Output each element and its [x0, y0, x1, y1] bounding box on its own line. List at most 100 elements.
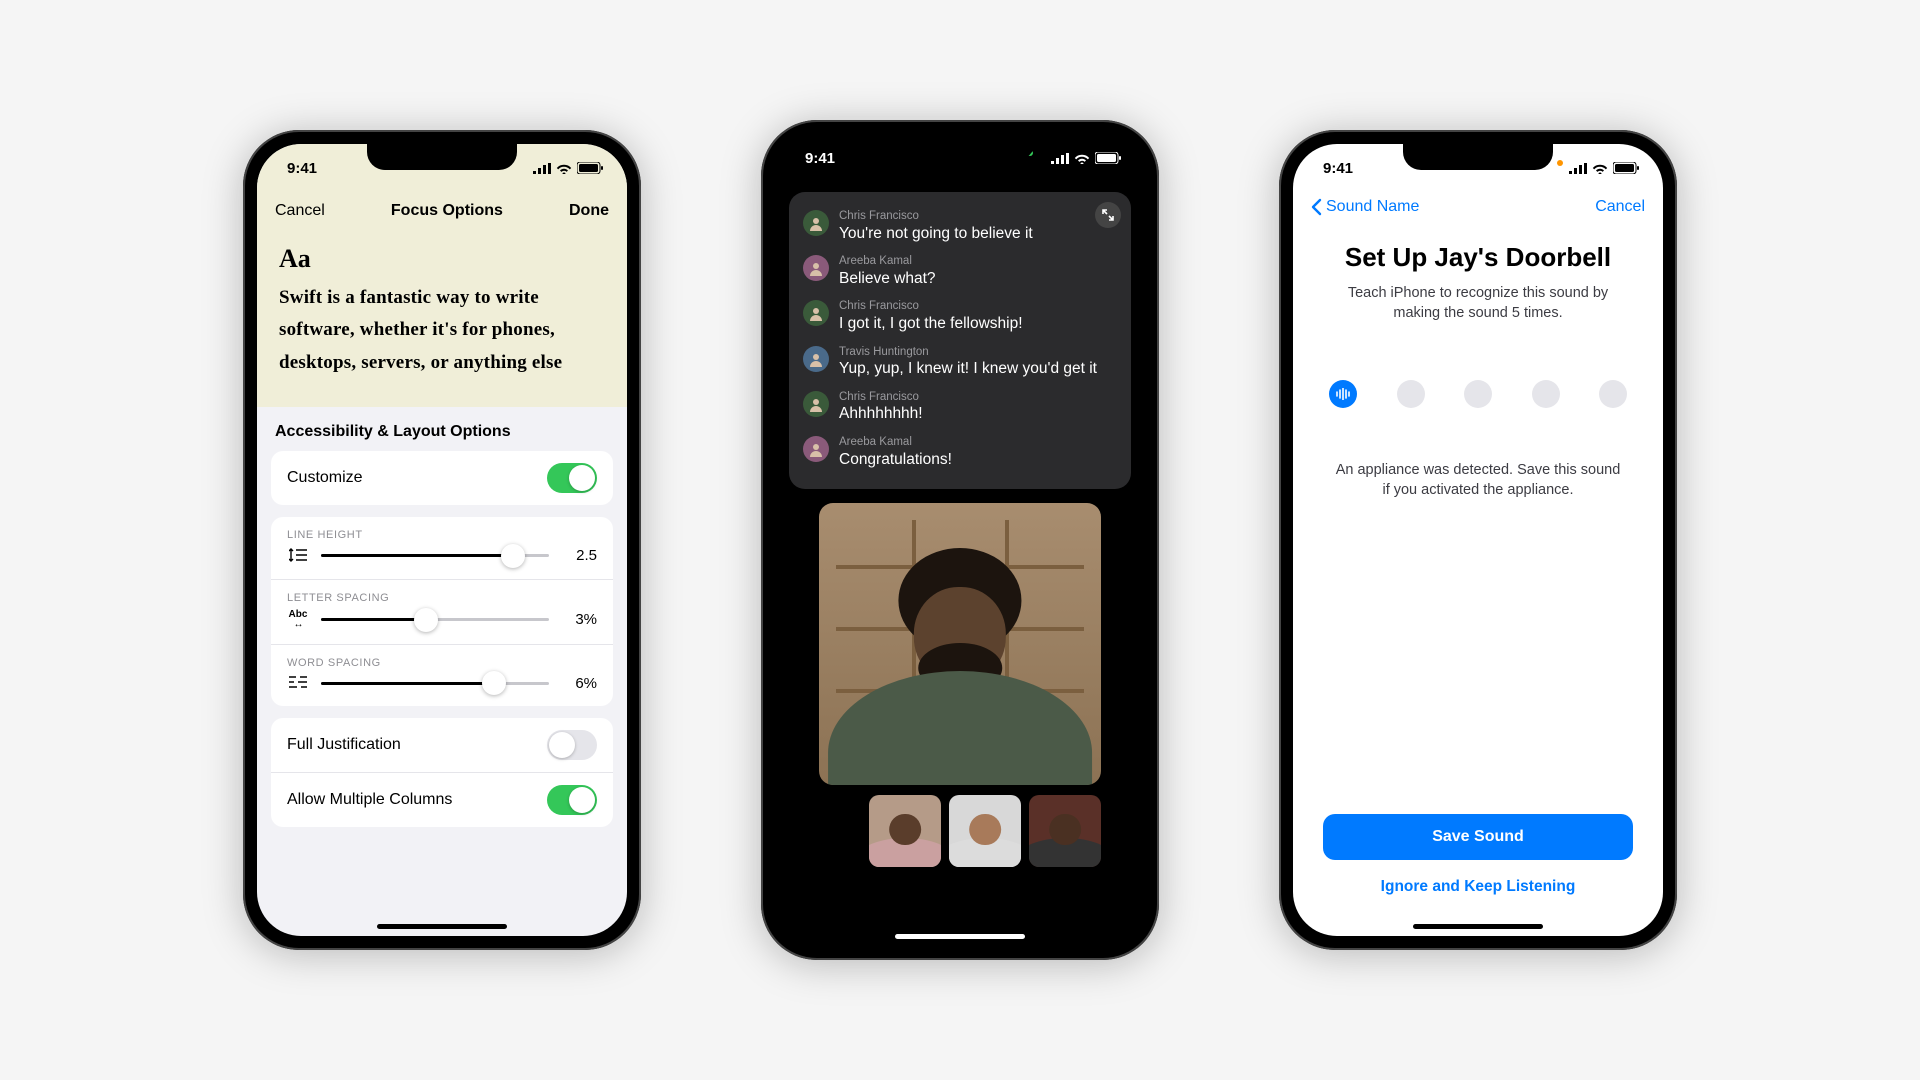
wifi-icon — [1592, 163, 1608, 174]
home-indicator[interactable] — [1413, 924, 1543, 929]
caption-speaker: Travis Huntington — [839, 346, 1097, 360]
caption-text: You're not going to believe it — [839, 224, 1033, 243]
customize-label: Customize — [287, 469, 363, 487]
cancel-button[interactable]: Cancel — [275, 202, 325, 220]
word-spacing-value: 6% — [561, 675, 597, 692]
page-title: Set Up Jay's Doorbell — [1321, 242, 1635, 273]
phone-books: 9:41 Cancel Focus Options Done Aa Swift … — [243, 130, 641, 950]
avatar — [803, 210, 829, 236]
live-captions-panel[interactable]: Chris FranciscoYou're not going to belie… — [789, 192, 1131, 489]
phone-facetime: 9:41 Chris FranciscoYou're not going to … — [761, 120, 1159, 960]
caption-speaker: Chris Francisco — [839, 300, 1023, 314]
minimize-icon — [1102, 209, 1114, 221]
caption-speaker: Chris Francisco — [839, 391, 923, 405]
caption-row: Chris FranciscoI got it, I got the fello… — [803, 294, 1117, 339]
home-indicator[interactable] — [895, 934, 1025, 939]
progress-dot — [1532, 380, 1560, 408]
letter-spacing-heading: LETTER SPACING — [271, 579, 613, 604]
cancel-button[interactable]: Cancel — [1595, 198, 1645, 216]
caption-text: Congratulations! — [839, 450, 952, 469]
battery-icon — [1095, 152, 1121, 164]
line-height-heading: LINE HEIGHT — [271, 517, 613, 541]
multiple-columns-toggle[interactable] — [547, 785, 597, 815]
reader-preview: Aa Swift is a fantastic way to write sof… — [257, 232, 627, 407]
participant-thumbnail[interactable] — [1029, 795, 1101, 867]
progress-dot — [1397, 380, 1425, 408]
caption-row: Areeba KamalBelieve what? — [803, 249, 1117, 294]
caption-text: Yup, yup, I knew it! I knew you'd get it — [839, 359, 1097, 378]
notch — [367, 144, 517, 170]
progress-dots — [1329, 380, 1627, 408]
status-time: 9:41 — [1323, 160, 1353, 177]
sample-passage: Swift is a fantastic way to write softwa… — [279, 282, 605, 379]
sliders-card: LINE HEIGHT 2.5 LETTER SPACING Abc↔ 3% — [271, 517, 613, 706]
chevron-left-icon — [1311, 198, 1322, 216]
battery-icon — [1613, 162, 1639, 174]
avatar — [803, 346, 829, 372]
progress-dot-complete — [1329, 380, 1357, 408]
line-height-slider[interactable] — [321, 554, 549, 557]
back-label: Sound Name — [1326, 198, 1419, 216]
progress-dot — [1464, 380, 1492, 408]
caption-text: Believe what? — [839, 269, 936, 288]
status-time: 9:41 — [805, 150, 835, 167]
ignore-link[interactable]: Ignore and Keep Listening — [1321, 878, 1635, 896]
line-height-icon — [287, 547, 309, 565]
detection-message: An appliance was detected. Save this sou… — [1321, 460, 1635, 501]
battery-icon — [577, 162, 603, 174]
font-sample-icon: Aa — [279, 244, 605, 274]
caption-row: Chris FranciscoYou're not going to belie… — [803, 204, 1117, 249]
modal-nav: Sound Name Cancel — [1293, 192, 1663, 224]
done-button[interactable]: Done — [569, 202, 609, 220]
letter-spacing-slider[interactable] — [321, 618, 549, 621]
notch — [1403, 144, 1553, 170]
progress-dot — [1599, 380, 1627, 408]
cellular-icon — [1051, 153, 1069, 164]
notch — [885, 134, 1035, 160]
page-subtitle: Teach iPhone to recognize this sound by … — [1321, 283, 1635, 324]
justification-card: Full Justification Allow Multiple Column… — [271, 718, 613, 827]
participant-thumbnails — [819, 795, 1101, 867]
word-spacing-heading: WORD SPACING — [271, 644, 613, 669]
phone-sound-recognition: 9:41 Sound Name Cancel Set Up Jay's Door… — [1279, 130, 1677, 950]
line-height-value: 2.5 — [561, 547, 597, 564]
cellular-icon — [1569, 163, 1587, 174]
facetime-main-tile[interactable] — [819, 503, 1101, 785]
avatar — [803, 436, 829, 462]
home-indicator[interactable] — [377, 924, 507, 929]
customize-toggle[interactable] — [547, 463, 597, 493]
caption-speaker: Areeba Kamal — [839, 436, 952, 450]
word-spacing-icon — [287, 675, 309, 691]
wifi-icon — [1074, 153, 1090, 164]
avatar — [803, 255, 829, 281]
letter-spacing-icon: Abc↔ — [287, 610, 309, 630]
minimize-button[interactable] — [1095, 202, 1121, 228]
save-sound-button[interactable]: Save Sound — [1323, 814, 1633, 860]
caption-text: I got it, I got the fellowship! — [839, 314, 1023, 333]
wifi-icon — [556, 163, 572, 174]
full-justification-toggle[interactable] — [547, 730, 597, 760]
caption-row: Travis HuntingtonYup, yup, I knew it! I … — [803, 340, 1117, 385]
caption-speaker: Chris Francisco — [839, 210, 1033, 224]
participant-thumbnail[interactable] — [949, 795, 1021, 867]
participant-portrait — [850, 565, 1070, 785]
cellular-icon — [533, 163, 551, 174]
customize-card: Customize — [271, 451, 613, 505]
letter-spacing-value: 3% — [561, 611, 597, 628]
avatar — [803, 391, 829, 417]
full-justification-label: Full Justification — [287, 736, 401, 754]
waveform-icon — [1336, 388, 1350, 400]
avatar — [803, 300, 829, 326]
modal-title: Focus Options — [391, 202, 503, 220]
caption-row: Chris FranciscoAhhhhhhhh! — [803, 385, 1117, 430]
status-time: 9:41 — [287, 160, 317, 177]
word-spacing-slider[interactable] — [321, 682, 549, 685]
back-button[interactable]: Sound Name — [1311, 198, 1419, 216]
caption-speaker: Areeba Kamal — [839, 255, 936, 269]
section-title: Accessibility & Layout Options — [257, 407, 627, 451]
caption-row: Areeba KamalCongratulations! — [803, 430, 1117, 475]
caption-text: Ahhhhhhhh! — [839, 404, 923, 423]
modal-nav: Cancel Focus Options Done — [257, 192, 627, 232]
multiple-columns-label: Allow Multiple Columns — [287, 791, 452, 809]
participant-thumbnail[interactable] — [869, 795, 941, 867]
